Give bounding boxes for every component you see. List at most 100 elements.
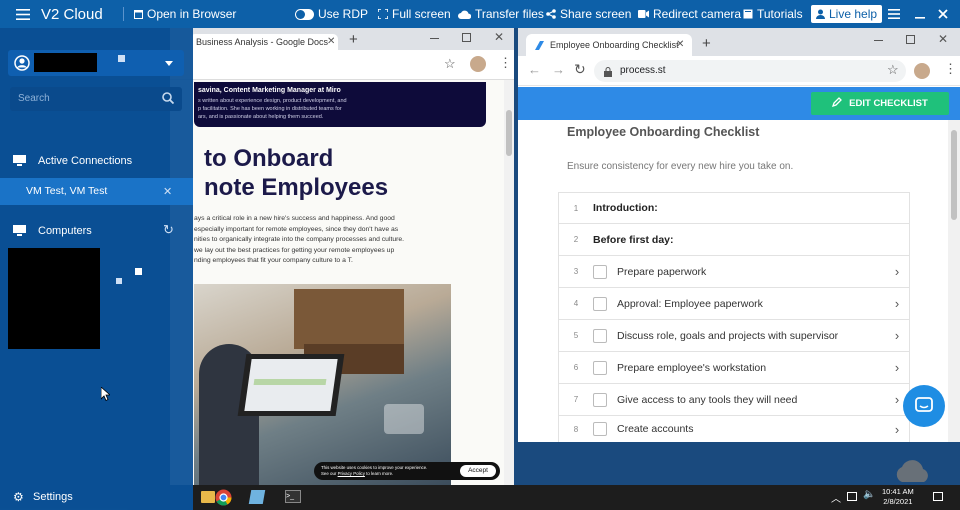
chevron-right-icon[interactable]: › <box>885 296 909 311</box>
computer-list-redacted[interactable] <box>8 248 100 349</box>
full-screen-button[interactable]: Full screen <box>378 0 451 28</box>
tab-close-icon[interactable]: ✕ <box>327 36 335 47</box>
chevron-right-icon[interactable]: › <box>885 328 909 343</box>
app-icon[interactable] <box>248 490 266 504</box>
expand-icon <box>378 9 388 19</box>
row-label: Give access to any tools they will need <box>617 393 798 406</box>
reload-icon[interactable]: ↻ <box>574 61 586 78</box>
chevron-up-icon[interactable]: ︿ <box>831 490 841 505</box>
task-checkbox[interactable] <box>593 392 607 407</box>
checklist-header-bar: EDIT CHECKLIST <box>518 87 960 120</box>
right-window-titlebar: Employee Onboarding Checklist ✕ + ✕ <box>518 28 960 56</box>
transfer-files-button[interactable]: Transfer files <box>458 0 544 28</box>
maximize-icon[interactable] <box>462 33 471 42</box>
search-field[interactable]: Search <box>10 87 182 111</box>
url-text: process.st <box>620 65 666 76</box>
section-label: Computers <box>38 225 92 237</box>
live-help-button[interactable]: Live help <box>811 5 883 23</box>
avatar[interactable] <box>914 63 930 79</box>
task-checkbox[interactable] <box>593 296 607 311</box>
edit-checklist-button[interactable]: EDIT CHECKLIST <box>811 92 949 115</box>
left-browser-window: Business Analysis - Google Docs ✕ + ✕ ☆ … <box>170 28 514 485</box>
terminal-icon[interactable]: >_ <box>285 490 301 503</box>
chrome-icon[interactable] <box>215 489 232 509</box>
task-checkbox[interactable] <box>593 328 607 343</box>
clock-time: 10:41 AM <box>882 487 914 496</box>
star-icon[interactable]: ☆ <box>444 56 456 72</box>
checklist-heading-row[interactable]: 2 Before first day: <box>558 224 910 256</box>
url-field[interactable]: process.st <box>594 60 906 82</box>
open-in-browser-button[interactable]: Open in Browser <box>134 0 236 28</box>
right-browser-tab[interactable]: Employee Onboarding Checklist ✕ <box>526 34 692 56</box>
back-icon[interactable]: ← <box>528 62 541 77</box>
privacy-policy-link[interactable]: Privacy Policy <box>338 471 365 476</box>
hamburger-menu-button[interactable] <box>888 0 900 28</box>
menu-button[interactable] <box>16 0 30 28</box>
more-vert-icon[interactable]: ⋮ <box>944 61 957 77</box>
redirect-camera-button[interactable]: Redirect camera <box>638 0 741 28</box>
task-checkbox[interactable] <box>593 360 607 375</box>
use-rdp-toggle[interactable]: Use RDP <box>295 0 368 28</box>
cookie-line: to learn more. <box>364 470 394 476</box>
volume-icon[interactable]: 🔈 <box>863 489 875 500</box>
minimize-button[interactable] <box>915 0 925 28</box>
folder-icon[interactable] <box>201 491 215 503</box>
checklist-task-row[interactable]: 3 Prepare paperwork › <box>558 256 910 288</box>
search-input[interactable]: Search <box>18 93 50 104</box>
paragraph-line: nding employees that fit your company cu… <box>194 257 353 265</box>
accept-button[interactable]: Accept <box>460 465 496 477</box>
clock[interactable]: 10:41 AM 2/8/2021 <box>882 487 914 507</box>
chat-launcher-button[interactable] <box>903 385 945 427</box>
app-brand: V2 Cloud <box>41 5 103 23</box>
new-tab-icon[interactable]: + <box>349 31 358 48</box>
tutorials-button[interactable]: Tutorials <box>743 0 803 28</box>
browser-window-icon <box>134 9 143 19</box>
close-icon[interactable]: ✕ <box>938 32 948 46</box>
left-address-bar: ☆ ⋮ <box>170 50 514 80</box>
active-connection-item[interactable]: VM Test, VM Test ✕ <box>0 178 193 205</box>
maximize-icon[interactable] <box>906 35 915 44</box>
refresh-icon[interactable]: ↻ <box>163 222 174 238</box>
checklist-task-row[interactable]: 5 Discuss role, goals and projects with … <box>558 320 910 352</box>
minimize-icon[interactable] <box>430 38 439 39</box>
task-checkbox[interactable] <box>593 264 607 279</box>
search-icon[interactable] <box>162 92 175 107</box>
left-browser-tab[interactable]: Business Analysis - Google Docs <box>190 34 338 50</box>
new-tab-icon[interactable]: + <box>702 35 711 52</box>
top-toolbar: V2 Cloud Open in Browser Use RDP Full sc… <box>0 0 960 28</box>
notification-icon[interactable] <box>933 492 943 501</box>
chevron-down-icon[interactable] <box>165 56 173 70</box>
scrollbar[interactable] <box>504 80 514 485</box>
close-icon[interactable]: ✕ <box>494 30 504 44</box>
checklist-heading-row[interactable]: 1 Introduction: <box>558 192 910 224</box>
star-icon[interactable]: ☆ <box>887 62 899 78</box>
checklist-task-row[interactable]: 8 Create accounts › <box>558 416 910 442</box>
checklist-subtitle: Ensure consistency for every new hire yo… <box>567 161 794 172</box>
chevron-right-icon[interactable]: › <box>885 264 909 279</box>
scrollbar[interactable] <box>948 120 960 442</box>
tab-close-icon[interactable]: ✕ <box>676 39 684 50</box>
more-vert-icon[interactable]: ⋮ <box>499 55 512 71</box>
close-icon[interactable]: ✕ <box>163 185 172 198</box>
chevron-right-icon[interactable]: › <box>885 422 909 437</box>
camera-icon <box>638 10 649 18</box>
close-button[interactable] <box>938 0 948 28</box>
cookie-banner: This website uses cookies to improve you… <box>314 462 500 480</box>
edit-checklist-label: EDIT CHECKLIST <box>849 98 928 109</box>
account-row[interactable] <box>8 50 184 76</box>
chevron-right-icon[interactable]: › <box>885 360 909 375</box>
forward-icon[interactable]: → <box>552 62 565 77</box>
row-number: 4 <box>573 299 579 308</box>
live-help-label: Live help <box>829 7 878 21</box>
share-screen-button[interactable]: Share screen <box>546 0 631 28</box>
article-paragraph: ays a critical role in a new hire's succ… <box>194 214 494 267</box>
task-checkbox[interactable] <box>593 422 607 436</box>
checklist-task-row[interactable]: 4 Approval: Employee paperwork › <box>558 288 910 320</box>
avatar[interactable] <box>470 56 486 72</box>
checklist-task-row[interactable]: 6 Prepare employee's workstation › <box>558 352 910 384</box>
clock-date: 2/8/2021 <box>883 497 913 506</box>
checklist-task-row[interactable]: 7 Give access to any tools they will nee… <box>558 384 910 416</box>
settings-button[interactable]: ⚙ Settings <box>0 486 193 508</box>
minimize-icon[interactable] <box>874 40 883 41</box>
cloud-upload-icon <box>458 10 471 19</box>
